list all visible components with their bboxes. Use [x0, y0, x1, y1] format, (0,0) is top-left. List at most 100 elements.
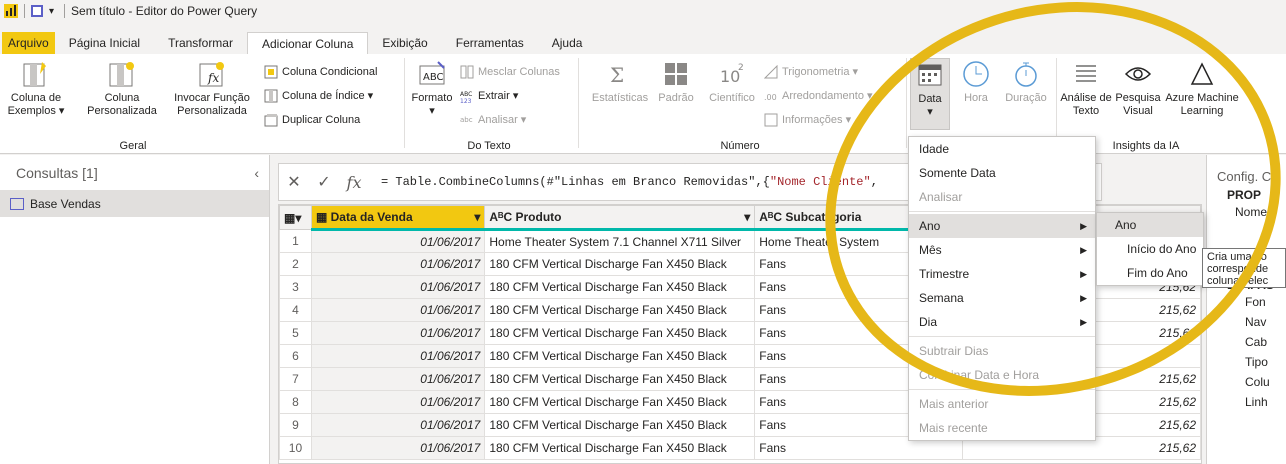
row-number[interactable]: 10 — [279, 436, 312, 460]
fx-icon[interactable]: fx — [339, 173, 369, 192]
cientifico-button[interactable]: 10 2 Científico — [704, 58, 760, 105]
tooltip: Cria uma no corresponde coluna selec — [1202, 248, 1286, 288]
azure-ml-button[interactable]: Azure Machine Learning — [1164, 58, 1240, 118]
extrair-button[interactable]: ABC 123 Extrair ▾ — [460, 86, 518, 106]
tab-pagina-inicial[interactable]: Página Inicial — [55, 32, 154, 54]
tab-exibicao[interactable]: Exibição — [368, 32, 441, 54]
query-item-base-vendas[interactable]: Base Vendas — [0, 191, 269, 217]
informacoes-button[interactable]: Informações ▾ — [764, 110, 851, 130]
cell-data-da-venda[interactable]: 01/06/2017 — [310, 321, 486, 345]
formula-text[interactable]: = Table.CombineColumns(#"Linhas em Branc… — [381, 175, 878, 189]
tab-arquivo[interactable]: Arquivo — [2, 32, 55, 54]
cell-data-da-venda[interactable]: 01/06/2017 — [310, 390, 486, 414]
mesclar-colunas-button[interactable]: Mesclar Colunas — [460, 62, 560, 82]
coluna-condicional-button[interactable]: Coluna Condicional — [264, 62, 377, 82]
extract-icon: ABC 123 — [460, 89, 474, 105]
cell-produto[interactable]: 180 CFM Vertical Discharge Fan X450 Blac… — [484, 321, 756, 345]
analise-de-texto-button[interactable]: Análise de Texto — [1060, 58, 1112, 118]
menu-item-inicio-do-ano[interactable]: Início do Ano — [1097, 237, 1203, 261]
arredondamento-button[interactable]: .00 Arredondamento ▾ — [764, 86, 873, 106]
ribbon-tabs: Arquivo Página Inicial Transformar Adici… — [0, 22, 1286, 54]
menu-item-ano-ano[interactable]: Ano — [1097, 213, 1203, 237]
column-header-data-da-venda[interactable]: ▦ Data da Venda ▾ — [310, 205, 486, 230]
row-number[interactable]: 3 — [279, 275, 312, 299]
applied-step[interactable]: Cab — [1207, 332, 1286, 352]
table-menu-icon[interactable]: ▦▾ — [279, 205, 312, 230]
tab-adicionar-coluna[interactable]: Adicionar Coluna — [246, 32, 369, 54]
cell-produto[interactable]: 180 CFM Vertical Discharge Fan X450 Blac… — [484, 367, 756, 391]
menu-item-mais-recente[interactable]: Mais recente — [909, 416, 1095, 440]
data-button[interactable]: Data ▾ — [910, 58, 950, 130]
formato-button[interactable]: ABC Formato ▾ — [410, 58, 454, 118]
duplicar-coluna-button[interactable]: Duplicar Coluna — [264, 110, 360, 130]
name-label: Nome — [1235, 205, 1268, 219]
menu-item-mais-anterior[interactable]: Mais anterior — [909, 392, 1095, 416]
cancel-icon[interactable]: ✕ — [279, 172, 309, 192]
cell-data-da-venda[interactable]: 01/06/2017 — [310, 252, 486, 276]
row-number[interactable]: 2 — [279, 252, 312, 276]
invocar-funcao-button[interactable]: fx Invocar Função Personalizada — [172, 58, 252, 118]
collapse-chevron-icon[interactable]: ‹ — [254, 155, 259, 191]
cell-produto[interactable]: 180 CFM Vertical Discharge Fan X450 Blac… — [484, 390, 756, 414]
menu-item-semana[interactable]: Semana ▶ — [909, 286, 1095, 310]
row-number[interactable]: 5 — [279, 321, 312, 345]
filter-dropdown-icon[interactable]: ▾ — [474, 210, 480, 224]
hora-button[interactable]: Hora — [956, 58, 996, 105]
cell-produto[interactable]: 180 CFM Vertical Discharge Fan X450 Blac… — [484, 436, 756, 460]
cell-produto[interactable]: 180 CFM Vertical Discharge Fan X450 Blac… — [484, 252, 756, 276]
commit-check-icon[interactable]: ✓ — [309, 172, 339, 192]
menu-item-idade[interactable]: Idade — [909, 137, 1095, 161]
window-title: Sem título - Editor do Power Query — [71, 4, 258, 18]
pesquisa-visual-button[interactable]: Pesquisa Visual — [1114, 58, 1162, 118]
row-number[interactable]: 9 — [279, 413, 312, 437]
duracao-button[interactable]: Duração — [1000, 58, 1052, 105]
cell-produto[interactable]: 180 CFM Vertical Discharge Fan X450 Blac… — [484, 344, 756, 368]
cell-data-da-venda[interactable]: 01/06/2017 — [310, 367, 486, 391]
menu-item-subtrair-dias[interactable]: Subtrair Dias — [909, 339, 1095, 363]
coluna-personalizada-button[interactable]: Coluna Personalizada — [84, 58, 160, 118]
quick-access-dropdown-icon[interactable]: ▾ — [49, 6, 54, 17]
applied-step[interactable]: Nav — [1207, 312, 1286, 332]
tab-ferramentas[interactable]: Ferramentas — [442, 32, 538, 54]
cell-produto[interactable]: Home Theater System 7.1 Channel X711 Sil… — [484, 228, 756, 253]
padrao-button[interactable]: Padrão — [652, 58, 700, 105]
menu-item-mes[interactable]: Mês ▶ — [909, 238, 1095, 262]
coluna-de-indice-button[interactable]: Coluna de Índice ▾ — [264, 86, 373, 106]
parse-icon: abc — [460, 113, 474, 127]
save-icon[interactable] — [31, 5, 43, 17]
cell-data-da-venda[interactable]: 01/06/2017 — [310, 298, 486, 322]
cell-produto[interactable]: 180 CFM Vertical Discharge Fan X450 Blac… — [484, 413, 756, 437]
row-number[interactable]: 4 — [279, 298, 312, 322]
applied-step[interactable]: Fon — [1207, 292, 1286, 312]
azure-ml-icon — [1188, 60, 1216, 88]
column-header-produto[interactable]: AᴮC Produto ▾ — [484, 205, 756, 230]
menu-item-analisar[interactable]: Analisar — [909, 185, 1095, 209]
cell-produto[interactable]: 180 CFM Vertical Discharge Fan X450 Blac… — [484, 298, 756, 322]
cell-data-da-venda[interactable]: 01/06/2017 — [310, 413, 486, 437]
cell-data-da-venda[interactable]: 01/06/2017 — [310, 344, 486, 368]
row-number[interactable]: 7 — [279, 367, 312, 391]
tab-ajuda[interactable]: Ajuda — [538, 32, 597, 54]
cell-data-da-venda[interactable]: 01/06/2017 — [310, 275, 486, 299]
menu-item-trimestre[interactable]: Trimestre ▶ — [909, 262, 1095, 286]
menu-item-ano[interactable]: Ano ▶ — [909, 214, 1095, 238]
cell-produto[interactable]: 180 CFM Vertical Discharge Fan X450 Blac… — [484, 275, 756, 299]
row-number[interactable]: 8 — [279, 390, 312, 414]
filter-dropdown-icon[interactable]: ▾ — [744, 210, 750, 224]
analisar-button[interactable]: abc Analisar ▾ — [460, 110, 526, 130]
row-number[interactable]: 6 — [279, 344, 312, 368]
coluna-de-exemplos-button[interactable]: Coluna de Exemplos ▾ — [2, 58, 70, 118]
trigonometria-button[interactable]: Trigonometria ▾ — [763, 62, 858, 82]
applied-step[interactable]: Linh — [1207, 392, 1286, 412]
applied-step[interactable]: Colu — [1207, 372, 1286, 392]
cell-data-da-venda[interactable]: 01/06/2017 — [310, 436, 486, 460]
menu-item-combinar-data-hora[interactable]: Combinar Data e Hora — [909, 363, 1095, 387]
menu-item-somente-data[interactable]: Somente Data — [909, 161, 1095, 185]
row-number[interactable]: 1 — [279, 229, 312, 253]
menu-item-fim-do-ano[interactable]: Fim do Ano — [1097, 261, 1203, 285]
estatisticas-button[interactable]: Σ Estatísticas — [590, 58, 650, 105]
applied-step[interactable]: Tipo — [1207, 352, 1286, 372]
menu-item-dia[interactable]: Dia ▶ — [909, 310, 1095, 334]
tab-transformar[interactable]: Transformar — [154, 32, 247, 54]
cell-data-da-venda[interactable]: 01/06/2017 — [310, 228, 486, 253]
